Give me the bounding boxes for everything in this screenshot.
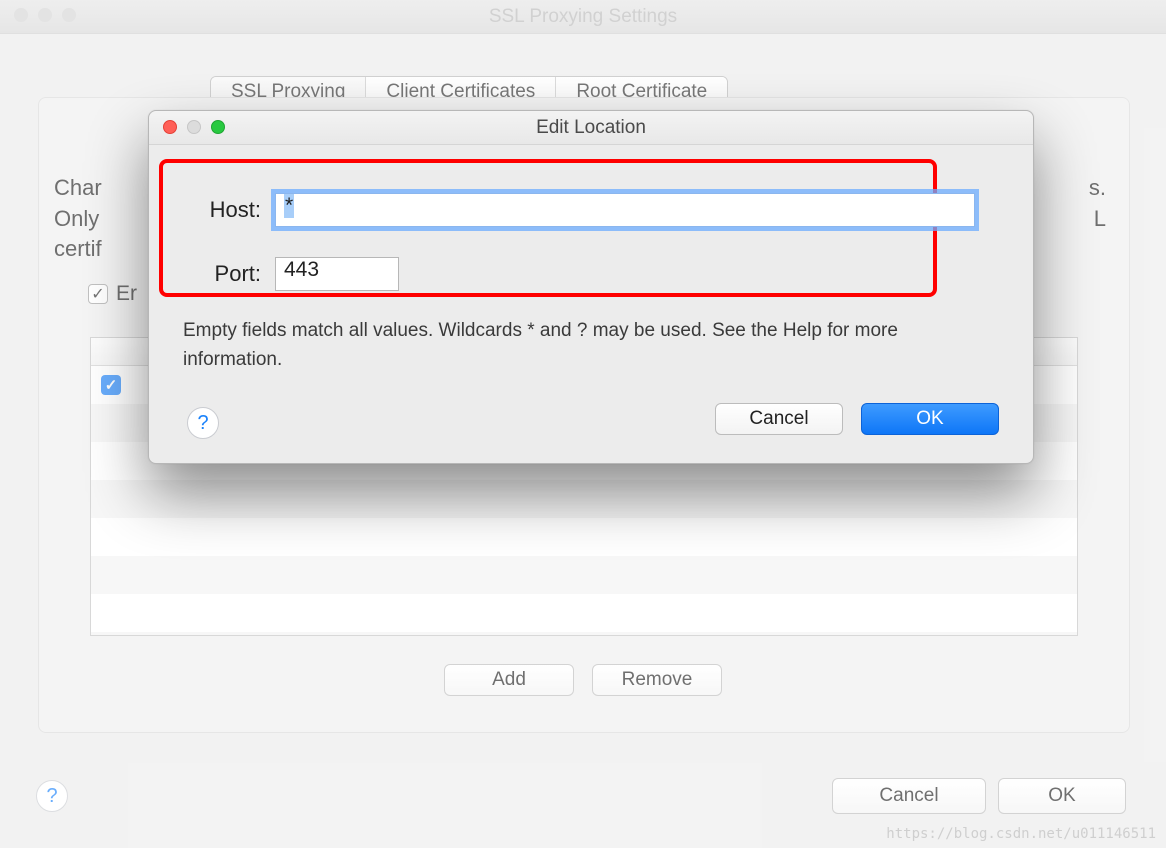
panel-desc-fragment: Only xyxy=(54,206,99,232)
watermark: https://blog.csdn.net/u011146511 xyxy=(886,826,1156,842)
close-icon[interactable] xyxy=(14,8,28,22)
port-label: Port: xyxy=(183,261,261,287)
panel-desc-fragment: s. xyxy=(1089,175,1106,201)
back-window-title: SSL Proxying Settings xyxy=(0,0,1166,34)
form-hint: Empty fields match all values. Wildcards… xyxy=(183,317,999,374)
modal-titlebar: Edit Location xyxy=(149,111,1033,145)
table-row[interactable] xyxy=(91,556,1077,594)
add-button[interactable]: Add xyxy=(444,664,574,696)
modal-traffic-lights xyxy=(163,120,225,134)
back-traffic-lights xyxy=(14,8,76,22)
row-checkbox[interactable]: ✓ xyxy=(101,375,121,395)
edit-location-modal: Edit Location Host: * Port: 443 Empty fi… xyxy=(148,110,1034,464)
enable-ssl-checkbox[interactable]: ✓ xyxy=(88,284,108,304)
host-input[interactable]: * xyxy=(275,193,975,227)
back-window-titlebar: SSL Proxying Settings xyxy=(0,0,1166,34)
cancel-button[interactable]: Cancel xyxy=(715,403,843,435)
panel-desc-fragment: L xyxy=(1094,206,1106,232)
panel-buttons: Add Remove xyxy=(0,664,1166,696)
minimize-icon[interactable] xyxy=(38,8,52,22)
host-label: Host: xyxy=(183,197,261,223)
help-icon[interactable]: ? xyxy=(36,780,68,812)
ok-button[interactable]: OK xyxy=(861,403,999,435)
enable-ssl-checkbox-row: ✓ Er xyxy=(88,282,137,306)
table-row[interactable] xyxy=(91,480,1077,518)
port-input[interactable]: 443 xyxy=(275,257,399,291)
close-icon[interactable] xyxy=(163,120,177,134)
back-ok-button[interactable]: OK xyxy=(998,778,1126,814)
minimize-icon xyxy=(187,120,201,134)
table-row[interactable] xyxy=(91,594,1077,632)
panel-desc-fragment: certif xyxy=(54,236,102,262)
enable-ssl-label-fragment: Er xyxy=(116,282,137,306)
table-row[interactable] xyxy=(91,518,1077,556)
help-icon[interactable]: ? xyxy=(187,407,219,439)
modal-title: Edit Location xyxy=(149,111,1033,145)
port-row: Port: 443 xyxy=(183,257,399,291)
zoom-icon[interactable] xyxy=(62,8,76,22)
back-cancel-button[interactable]: Cancel xyxy=(832,778,986,814)
table-row[interactable] xyxy=(91,632,1077,635)
remove-button[interactable]: Remove xyxy=(592,664,722,696)
host-row: Host: * xyxy=(183,193,975,227)
panel-desc-fragment: Char xyxy=(54,175,102,201)
zoom-icon[interactable] xyxy=(211,120,225,134)
modal-buttons: Cancel OK xyxy=(715,403,999,435)
